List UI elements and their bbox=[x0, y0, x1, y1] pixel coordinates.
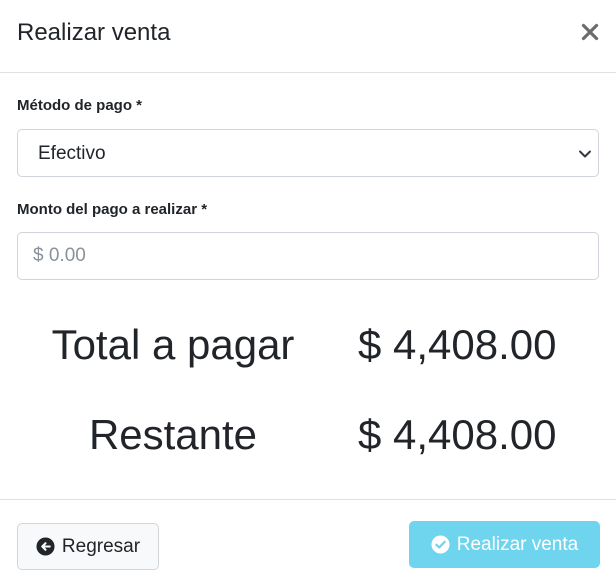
back-button[interactable]: Regresar bbox=[17, 523, 159, 570]
remaining-label: Restante bbox=[88, 411, 258, 458]
payment-amount-input[interactable] bbox=[17, 232, 599, 280]
total-label: Total a pagar bbox=[51, 321, 295, 368]
payment-amount-label: Monto del pago a realizar * bbox=[17, 201, 208, 218]
submit-sale-button[interactable]: Realizar venta bbox=[409, 521, 600, 568]
check-circle-icon bbox=[431, 535, 450, 554]
arrow-left-circle-icon bbox=[36, 537, 55, 556]
chevron-down-icon bbox=[579, 150, 591, 158]
close-button[interactable] bbox=[574, 16, 606, 48]
close-icon bbox=[581, 23, 599, 41]
total-value: $ 4,408.00 bbox=[358, 321, 557, 368]
modal-title: Realizar venta bbox=[17, 19, 171, 46]
back-button-label: Regresar bbox=[61, 535, 141, 557]
payment-method-label: Método de pago * bbox=[17, 97, 142, 114]
modal-footer: Regresar Realizar venta bbox=[0, 499, 616, 580]
payment-method-value: Efectivo bbox=[38, 143, 106, 164]
remaining-value: $ 4,408.00 bbox=[358, 411, 557, 458]
payment-method-select[interactable]: Efectivo bbox=[17, 129, 599, 177]
modal-header: Realizar venta bbox=[0, 0, 616, 73]
sale-modal: Realizar venta Método de pago * Efectivo… bbox=[0, 0, 616, 580]
submit-sale-label: Realizar venta bbox=[456, 533, 579, 555]
